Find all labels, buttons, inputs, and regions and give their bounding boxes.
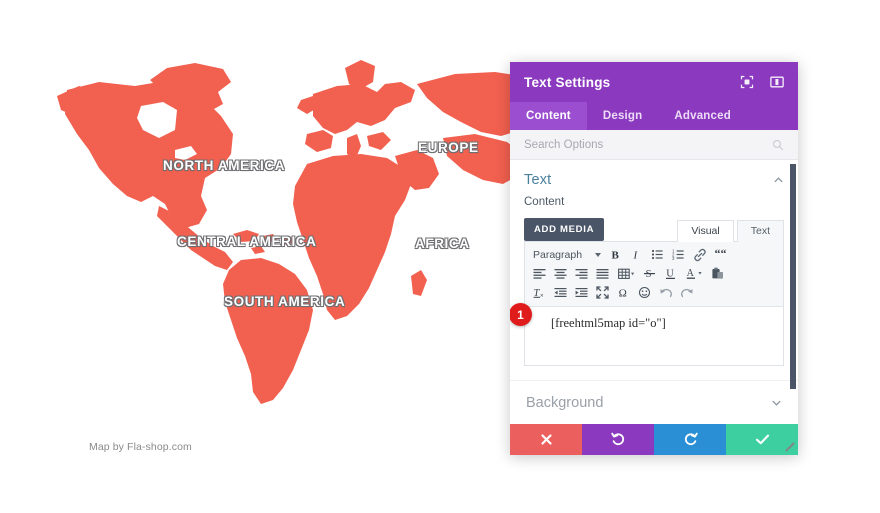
editor-tab-text[interactable]: Text: [736, 220, 784, 242]
strikethrough-icon[interactable]: S: [639, 265, 660, 283]
svg-text:Ω: Ω: [619, 288, 627, 300]
text-settings-panel: Text Settings Content Design Advanced Se…: [510, 62, 798, 455]
editor-shortcode-value: [freehtml5map id="o"]: [551, 316, 666, 330]
section-header-text[interactable]: Text: [510, 160, 798, 196]
link-icon[interactable]: [689, 246, 710, 264]
section-title-background: Background: [526, 394, 604, 411]
tab-advanced[interactable]: Advanced: [658, 102, 747, 130]
align-left-icon[interactable]: [529, 265, 550, 283]
format-select-label: Paragraph: [533, 248, 583, 261]
chevron-down-icon: [595, 252, 601, 257]
svg-text:U: U: [666, 268, 674, 279]
content-editor: Paragraph B I 123 ““ S U A T × Ω 1 [free…: [510, 241, 784, 366]
add-media-button[interactable]: ADD MEDIA: [524, 218, 605, 241]
field-label-content: Content: [524, 196, 565, 208]
search-input[interactable]: [524, 138, 772, 151]
search-icon[interactable]: [772, 139, 784, 151]
cancel-button[interactable]: [510, 424, 582, 455]
indent-icon[interactable]: [571, 284, 592, 302]
redo-icon[interactable]: [676, 284, 697, 302]
align-justify-icon[interactable]: [592, 265, 613, 283]
panel-body: Text Content ADD MEDIA Visual Text Parag…: [510, 160, 798, 424]
world-map-svg: [57, 60, 573, 404]
special-character-icon[interactable]: Ω: [613, 284, 634, 302]
search-options-row: [510, 130, 798, 160]
map-attribution: Map by Fla-shop.com: [89, 441, 192, 453]
undo-button[interactable]: [582, 424, 654, 455]
panel-header-actions: [740, 75, 784, 89]
paste-as-text-icon[interactable]: [707, 265, 728, 283]
align-center-icon[interactable]: [550, 265, 571, 283]
numbered-list-icon[interactable]: 123: [668, 246, 689, 264]
svg-text:““: ““: [714, 248, 726, 260]
bulleted-list-icon[interactable]: [647, 246, 668, 264]
bold-icon[interactable]: B: [605, 246, 626, 264]
check-icon: [755, 434, 769, 445]
resize-handle[interactable]: [782, 439, 798, 455]
table-icon[interactable]: [613, 265, 639, 283]
svg-text:×: ×: [540, 294, 544, 300]
editor-toolbar: Paragraph B I 123 ““ S U A T × Ω: [525, 242, 783, 307]
panel-scrollbar[interactable]: [790, 164, 796, 389]
section-header-background[interactable]: Background: [510, 380, 798, 424]
split-panel-icon[interactable]: [770, 75, 784, 89]
tab-content[interactable]: Content: [510, 102, 587, 130]
toolbar-row-1: Paragraph B I 123 ““: [529, 245, 779, 264]
editor-textarea[interactable]: 1 [freehtml5map id="o"]: [510, 303, 783, 365]
panel-action-bar: [510, 424, 798, 455]
clear-formatting-icon[interactable]: T ×: [529, 284, 550, 302]
svg-text:B: B: [612, 250, 620, 262]
blockquote-icon[interactable]: ““: [710, 246, 731, 264]
fullscreen-target-icon[interactable]: [740, 75, 754, 89]
editor-mode-tabs: Visual Text: [677, 220, 784, 242]
text-color-icon[interactable]: A: [681, 265, 707, 283]
panel-tabs: Content Design Advanced: [510, 102, 798, 130]
panel-header: Text Settings: [510, 62, 798, 102]
svg-text:I: I: [633, 250, 639, 262]
screen: NORTH AMERICA CENTRAL AMERICA SOUTH AMER…: [0, 0, 880, 513]
emoji-icon[interactable]: [634, 284, 655, 302]
svg-text:3: 3: [672, 256, 675, 261]
editor-top-row: ADD MEDIA Visual Text: [510, 215, 798, 242]
underline-icon[interactable]: U: [660, 265, 681, 283]
distraction-free-icon[interactable]: [592, 284, 613, 302]
close-icon: [540, 434, 552, 445]
undo-icon[interactable]: [655, 284, 676, 302]
section-title-text: Text: [524, 172, 552, 188]
panel-title: Text Settings: [524, 74, 611, 90]
outdent-icon[interactable]: [550, 284, 571, 302]
undo-icon: [610, 432, 624, 446]
format-select[interactable]: Paragraph: [529, 246, 601, 264]
tab-design[interactable]: Design: [587, 102, 659, 130]
step-badge-1: 1: [510, 303, 532, 326]
svg-text:S: S: [646, 269, 652, 280]
toolbar-row-3: T × Ω: [529, 283, 779, 302]
redo-button[interactable]: [654, 424, 726, 455]
chevron-up-icon[interactable]: [773, 175, 784, 186]
redo-icon: [684, 432, 698, 446]
italic-icon[interactable]: I: [626, 246, 647, 264]
editor-tab-visual[interactable]: Visual: [677, 220, 734, 242]
toolbar-row-2: S U A: [529, 264, 779, 283]
chevron-down-icon[interactable]: [771, 397, 782, 408]
align-right-icon[interactable]: [571, 265, 592, 283]
